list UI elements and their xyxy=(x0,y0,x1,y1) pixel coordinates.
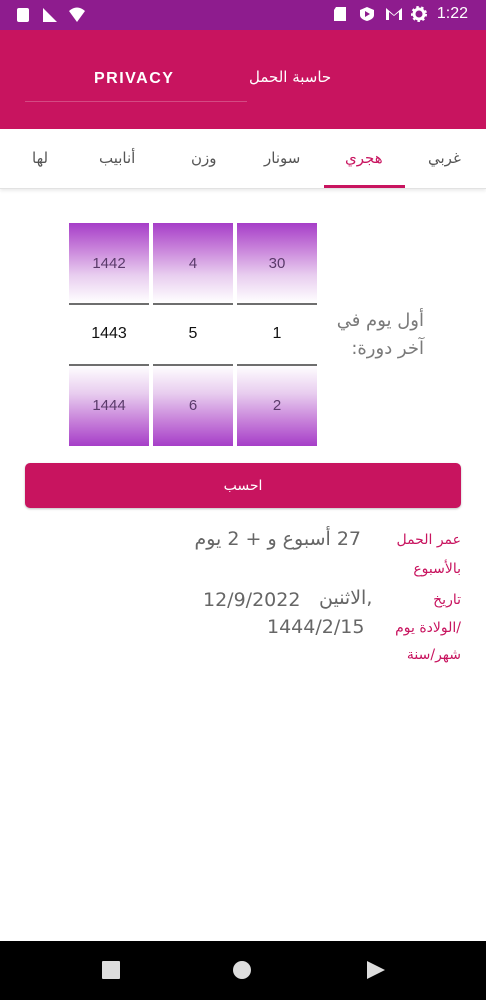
pregnancy-age-value: 27 أسبوع و + 2 يوم xyxy=(194,528,361,550)
month-picker-separator xyxy=(153,364,233,366)
due-date-label-2: الولادة يوم/ xyxy=(395,620,461,636)
day-picker-separator xyxy=(237,364,317,366)
year-next[interactable]: 1444 xyxy=(69,365,149,446)
day-current[interactable]: 1 xyxy=(237,303,317,365)
tab-bar: غربي هجري سونار وزن أنابيب لها xyxy=(0,129,486,189)
tab-sonar[interactable]: سونار xyxy=(264,149,300,167)
app-title: حاسبة الحمل xyxy=(249,68,332,86)
sd-card-icon xyxy=(333,6,349,22)
year-picker[interactable]: 1442 1443 1444 xyxy=(69,223,149,446)
active-tab-indicator xyxy=(324,185,405,188)
gmail-icon xyxy=(385,6,402,22)
tab-ivf[interactable]: أنابيب xyxy=(99,149,135,167)
day-picker-separator xyxy=(237,303,317,305)
due-date-day-name: الاثنين, xyxy=(319,587,373,609)
status-bar: 1:22 xyxy=(0,0,486,30)
calculate-button[interactable]: احسب xyxy=(25,463,461,508)
day-prev[interactable]: 30 xyxy=(237,223,317,303)
home-icon[interactable] xyxy=(233,961,251,983)
due-date-label-3: شهر/سنة xyxy=(406,647,461,663)
cellular-icon xyxy=(42,7,58,23)
tab-more[interactable]: لها xyxy=(32,149,48,167)
wifi-icon xyxy=(68,7,85,23)
month-picker[interactable]: 4 5 6 xyxy=(153,223,233,446)
year-current[interactable]: 1443 xyxy=(69,303,149,365)
due-date-hijri: 1444/2/15 xyxy=(267,616,365,638)
year-picker-separator xyxy=(69,303,149,305)
navigation-bar xyxy=(0,941,486,1000)
back-icon[interactable] xyxy=(367,961,385,983)
tab-gregorian[interactable]: غربي xyxy=(428,149,461,167)
signal-icon xyxy=(16,7,32,23)
month-picker-separator xyxy=(153,303,233,305)
last-period-label: أول يوم في آخر دورة: xyxy=(336,310,424,359)
pregnancy-age-label: عمر الحمل xyxy=(396,532,461,548)
app-bar-divider xyxy=(25,101,247,102)
play-protect-icon xyxy=(359,6,375,22)
day-next[interactable]: 2 xyxy=(237,365,317,446)
month-prev[interactable]: 4 xyxy=(153,223,233,303)
status-time: 1:22 xyxy=(436,5,468,22)
month-next[interactable]: 6 xyxy=(153,365,233,446)
app-bar xyxy=(0,30,486,129)
day-picker[interactable]: 30 1 2 xyxy=(237,223,317,446)
privacy-button[interactable]: PRIVACY xyxy=(94,70,174,88)
tab-weight[interactable]: وزن xyxy=(191,149,217,167)
app-screen: 1:22 PRIVACY حاسبة الحمل غربي هجري سونار… xyxy=(0,0,486,1000)
recent-apps-icon[interactable] xyxy=(102,961,120,983)
due-date-gregorian: 12/9/2022 xyxy=(203,589,301,611)
due-date-label: تاريخ xyxy=(433,592,461,608)
year-picker-separator xyxy=(69,364,149,366)
year-prev[interactable]: 1442 xyxy=(69,223,149,303)
month-current[interactable]: 5 xyxy=(153,303,233,365)
settings-gear-icon xyxy=(410,6,427,22)
tab-hijri[interactable]: هجري xyxy=(345,149,383,167)
pregnancy-age-label-2: بالأسبوع xyxy=(413,561,461,577)
